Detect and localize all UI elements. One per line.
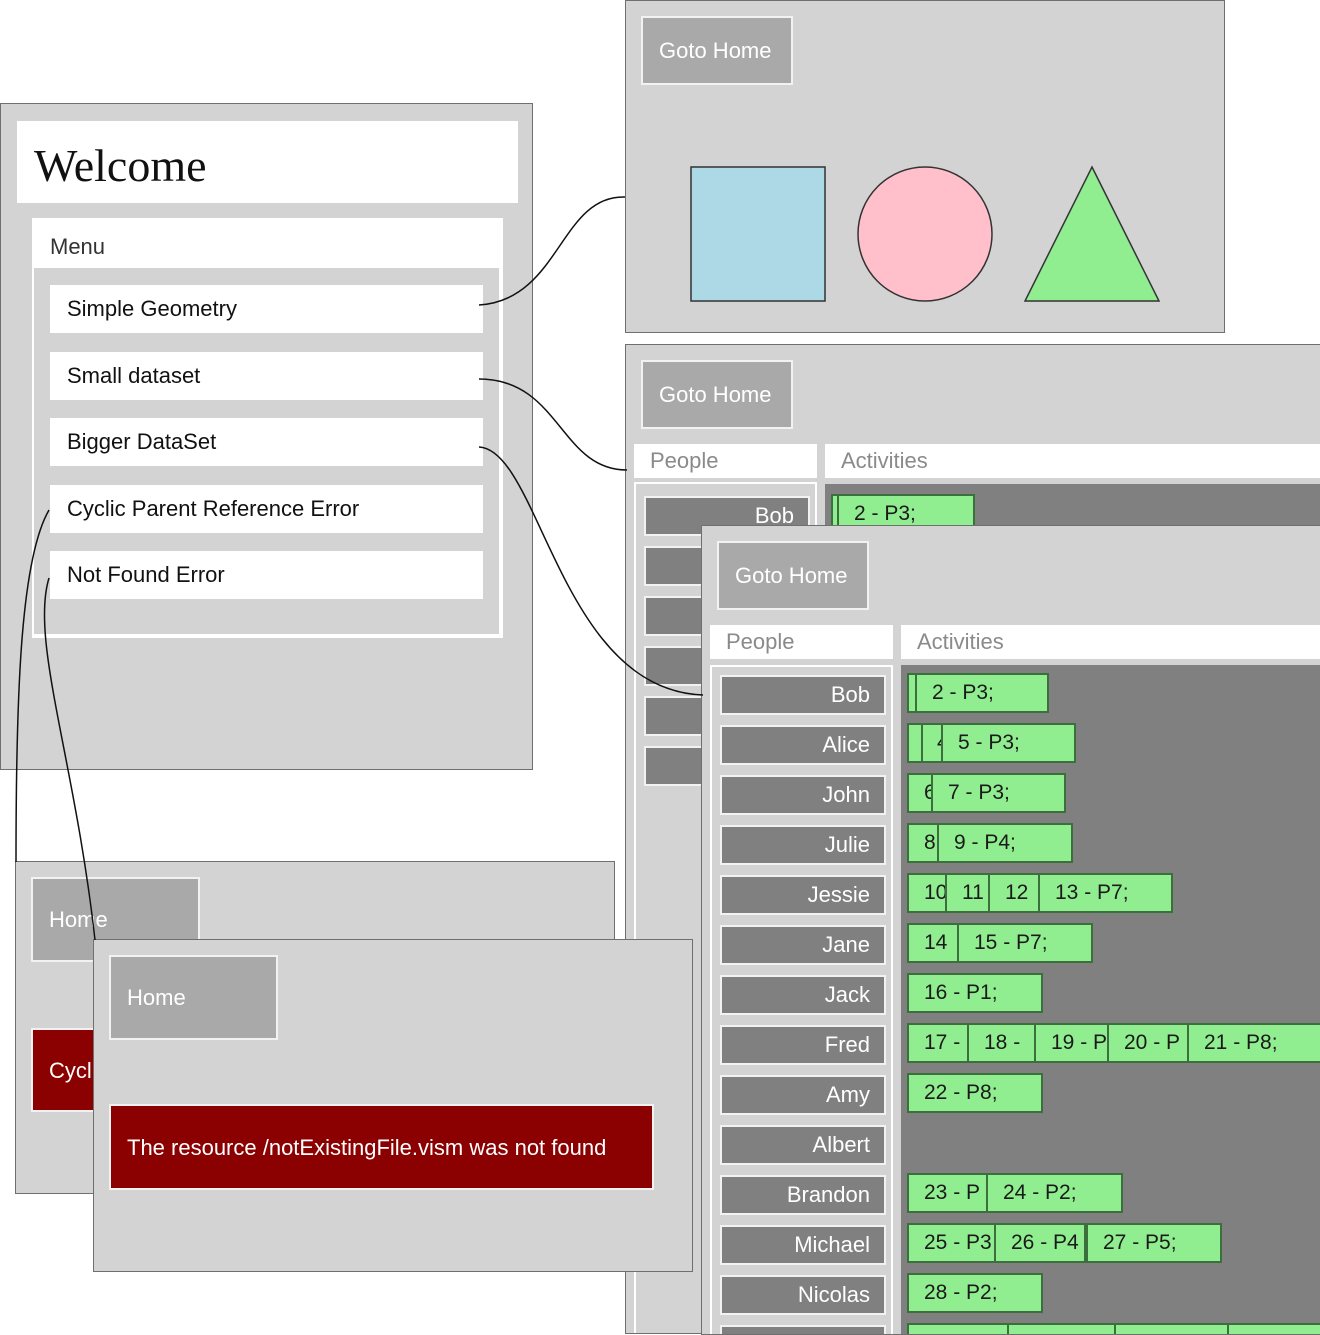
menu-item-not-found-error[interactable]: Not Found Error [50,551,483,599]
activity-bar[interactable]: 22 - P8; [907,1073,1043,1113]
person-button[interactable] [720,1325,886,1334]
menu-item-cyclic-error[interactable]: Cyclic Parent Reference Error [50,485,483,533]
activity-bar[interactable]: 12 [988,873,1042,913]
person-button-jessie[interactable]: Jessie [720,875,886,915]
person-button-john[interactable]: John [720,775,886,815]
activity-bar[interactable]: 5 - P3; [941,723,1076,763]
activities-header: Activities [901,625,1320,659]
person-button-nicolas[interactable]: Nicolas [720,1275,886,1315]
circle-shape [857,166,993,302]
person-button-alice[interactable]: Alice [720,725,886,765]
activity-bar[interactable]: 14 [907,923,961,963]
activity-bar[interactable]: 9 - P4; [937,823,1073,863]
menu-item-bigger-dataset[interactable]: Bigger DataSet [50,418,483,466]
activities-header: Activities [825,444,1320,478]
activity-bar[interactable]: 25 - P3 [907,1223,999,1263]
activity-bar[interactable] [1227,1323,1320,1334]
activity-bar[interactable]: 27 - P5; [1086,1223,1222,1263]
activity-bar[interactable]: 28 - P2; [907,1273,1043,1313]
activity-bar[interactable] [1114,1323,1231,1334]
goto-home-button[interactable]: Goto Home [717,541,869,610]
error-text: Cycl [49,1058,92,1083]
page-title: Welcome [34,140,207,191]
activity-bar[interactable]: 23 - P [907,1173,991,1213]
error-message: The resource /notExistingFile.vism was n… [109,1104,654,1190]
activity-bar[interactable]: 13 - P7; [1038,873,1173,913]
menu-item-small-dataset[interactable]: Small dataset [50,352,483,400]
people-column: Bob Alice John Julie Jessie Jane Jack Fr… [710,665,893,1334]
activity-bar[interactable]: 7 - P3; [931,773,1066,813]
person-button-jane[interactable]: Jane [720,925,886,965]
person-button-michael[interactable]: Michael [720,1225,886,1265]
person-button-jack[interactable]: Jack [720,975,886,1015]
activity-bar[interactable] [1007,1323,1119,1334]
welcome-header: Welcome [17,121,518,203]
person-button-fred[interactable]: Fred [720,1025,886,1065]
person-button-brandon[interactable]: Brandon [720,1175,886,1215]
triangle-shape [1023,165,1161,302]
goto-home-button[interactable]: Goto Home [641,360,793,429]
error-text: The resource /notExistingFile.vism was n… [127,1135,607,1160]
activity-bar[interactable] [907,1323,1011,1334]
menu-box: Menu Simple Geometry Small dataset Bigge… [32,218,503,638]
menu-list: Simple Geometry Small dataset Bigger Dat… [34,268,499,634]
person-button-albert[interactable]: Albert [720,1125,886,1165]
people-header: People [634,444,817,478]
activity-bar[interactable]: 21 - P8; [1187,1023,1320,1063]
activity-bar[interactable]: 19 - P [1034,1023,1112,1063]
activity-bar[interactable]: 20 - P [1107,1023,1191,1063]
geometry-canvas [690,165,1161,302]
person-button-amy[interactable]: Amy [720,1075,886,1115]
not-found-error-panel: Home The resource /notExistingFile.vism … [93,939,693,1272]
geometry-panel: Goto Home [625,0,1225,333]
person-button-julie[interactable]: Julie [720,825,886,865]
square-shape [690,166,826,302]
home-button[interactable]: Home [109,955,278,1040]
activity-bar[interactable]: 2 - P3; [915,673,1049,713]
activity-bar[interactable]: 18 - [967,1023,1039,1063]
activity-bar[interactable]: 16 - P1; [907,973,1043,1013]
people-header: People [710,625,893,659]
activity-bar[interactable]: 24 - P2; [986,1173,1123,1213]
activity-bar[interactable]: 26 - P4 [994,1223,1086,1263]
menu-item-simple-geometry[interactable]: Simple Geometry [50,285,483,333]
home-panel: Welcome Menu Simple Geometry Small datas… [0,103,533,770]
activities-area: 2 - P3; 4 5 - P3; 6 7 - P3; 8 9 - P4; 10… [901,665,1320,1334]
bigger-dataset-panel: Goto Home People Activities Bob Alice Jo… [701,525,1320,1335]
person-button-bob[interactable]: Bob [720,675,886,715]
activity-bar[interactable]: 17 - [907,1023,973,1063]
activity-bar[interactable]: 15 - P7; [957,923,1093,963]
menu-title: Menu [50,234,106,259]
